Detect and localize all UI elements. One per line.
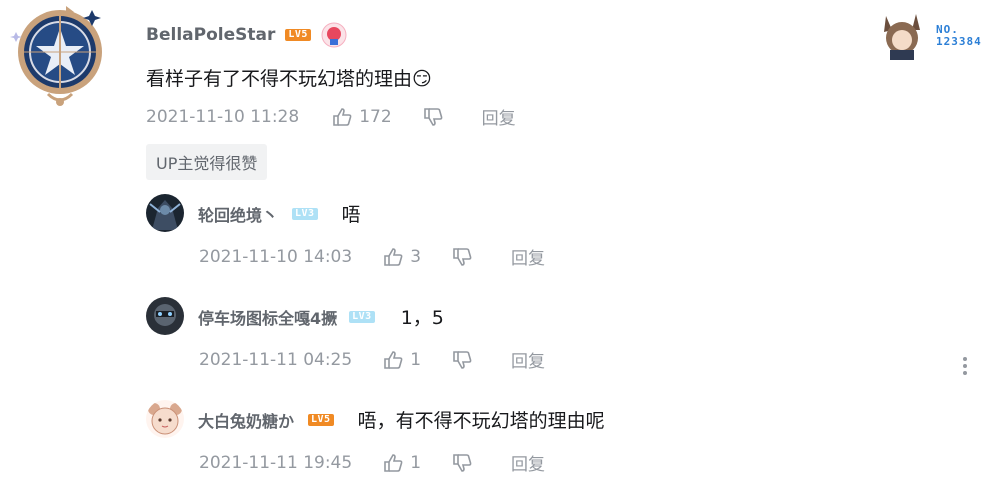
dislike-icon[interactable]: [422, 106, 444, 128]
like-icon[interactable]: [331, 106, 353, 128]
dislike-icon[interactable]: [451, 246, 473, 268]
reply-meta: 2021-11-11 04:25 1 回复: [199, 347, 545, 373]
like-icon[interactable]: [382, 246, 404, 268]
more-options-icon[interactable]: [963, 354, 967, 378]
comment-username[interactable]: BellaPoleStar: [146, 25, 275, 45]
dislike-icon[interactable]: [451, 452, 473, 474]
level-badge: LV5: [308, 413, 334, 426]
comment-text: 看样子有了不得不玩幻塔的理由: [146, 68, 413, 90]
up-liked-tag: UP主觉得很赞: [146, 144, 268, 180]
reply-text: 唔，有不得不玩幻塔的理由呢: [357, 410, 605, 432]
level-badge: LV5: [285, 29, 311, 41]
reply-username[interactable]: 轮回绝境丶: [198, 202, 278, 226]
like-count: 3: [410, 246, 422, 267]
like-count: 1: [410, 452, 422, 473]
level-badge: LV3: [349, 310, 375, 323]
dislike-icon[interactable]: [451, 349, 473, 371]
like-count: 172: [359, 106, 392, 127]
comment-text-row: 看样子有了不得不玩幻塔的理由😏: [146, 64, 432, 91]
fan-medal-number: 123384: [936, 35, 982, 48]
reply-button[interactable]: 回复: [511, 347, 545, 372]
reply-button[interactable]: 回复: [482, 104, 516, 129]
reply-avatar[interactable]: [146, 297, 184, 335]
like-icon[interactable]: [382, 349, 404, 371]
fan-card[interactable]: NO. 123384: [876, 8, 982, 64]
reply-timestamp: 2021-11-10 14:03: [199, 246, 353, 267]
reply-text: 1，5: [400, 307, 444, 329]
level-badge: LV3: [292, 207, 318, 220]
reply-avatar[interactable]: [146, 400, 184, 438]
reply-meta: 2021-11-11 19:45 1 回复: [199, 450, 545, 476]
user-avatar-frame[interactable]: [8, 2, 112, 110]
comment-meta: 2021-11-10 11:28 172 回复: [146, 104, 516, 130]
character-avatar-icon: [876, 8, 932, 64]
reply-timestamp: 2021-11-11 04:25: [199, 349, 353, 370]
reply-button[interactable]: 回复: [511, 244, 545, 269]
reply-text: 唔: [341, 204, 361, 226]
reply-button[interactable]: 回复: [511, 450, 545, 475]
reply-meta: 2021-11-10 14:03 3 回复: [199, 244, 545, 270]
emoji-icon: 😏: [412, 68, 432, 90]
reply-username[interactable]: 大白兔奶糖か: [198, 408, 294, 432]
reply-avatar[interactable]: [146, 194, 184, 232]
like-count: 1: [410, 349, 422, 370]
comment-timestamp: 2021-11-10 11:28: [146, 106, 300, 127]
vip-badge-icon: [321, 22, 347, 48]
reply-timestamp: 2021-11-11 19:45: [199, 452, 353, 473]
like-icon[interactable]: [382, 452, 404, 474]
reply-username[interactable]: 停车场图标全嘎4撅: [198, 305, 337, 329]
